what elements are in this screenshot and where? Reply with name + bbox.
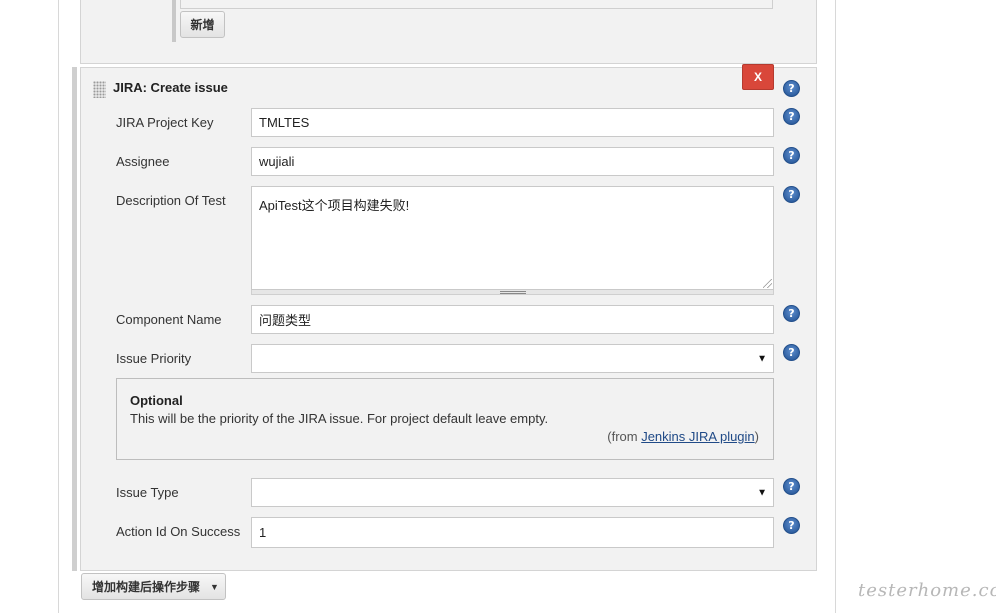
description-text: ApiTest这个项目构建失败!	[259, 198, 410, 213]
description-help-icon[interactable]: ?	[783, 186, 800, 203]
caret-down-icon: ▼	[210, 581, 219, 592]
previous-section-inner	[180, 0, 773, 9]
help-box-title: Optional	[130, 393, 183, 408]
dropdown-arrow-icon: ▼	[757, 487, 767, 498]
delete-button[interactable]: X	[742, 64, 774, 90]
action-id-label: Action Id On Success	[116, 524, 241, 539]
previous-section-rule	[172, 0, 176, 42]
textarea-resize-grip[interactable]	[251, 290, 774, 295]
issue-type-select[interactable]: ▼	[251, 478, 774, 507]
assignee-help-icon[interactable]: ?	[783, 147, 800, 164]
add-post-build-step-button[interactable]: 增加构建后操作步骤 ▼	[81, 573, 226, 600]
help-source-suffix: )	[754, 429, 759, 444]
priority-help-box: Optional This will be the priority of th…	[116, 378, 774, 460]
project-key-input[interactable]: TMLTES	[251, 108, 774, 137]
issue-type-label: Issue Type	[116, 485, 179, 500]
component-help-icon[interactable]: ?	[783, 305, 800, 322]
section-help-icon[interactable]: ?	[783, 80, 800, 97]
project-key-help-icon[interactable]: ?	[783, 108, 800, 125]
component-label: Component Name	[116, 312, 222, 327]
watermark: testerhome.com	[858, 580, 996, 601]
grip-lines-icon	[500, 291, 526, 294]
priority-help-icon[interactable]: ?	[783, 344, 800, 361]
jenkins-jira-plugin-link[interactable]: Jenkins JIRA plugin	[641, 429, 754, 444]
drag-handle-icon[interactable]	[93, 81, 106, 98]
resize-corner-icon[interactable]	[763, 279, 772, 288]
priority-select[interactable]: ▼	[251, 344, 774, 373]
section-left-bar	[72, 67, 77, 571]
description-label: Description Of Test	[116, 193, 226, 208]
add-post-build-step-label: 增加构建后操作步骤	[92, 580, 201, 594]
action-id-input[interactable]: 1	[251, 517, 774, 548]
project-key-label: JIRA Project Key	[116, 115, 214, 130]
section-title: JIRA: Create issue	[113, 80, 228, 95]
description-textarea[interactable]: ApiTest这个项目构建失败!	[251, 186, 774, 290]
action-id-help-icon[interactable]: ?	[783, 517, 800, 534]
component-input[interactable]: 问题类型	[251, 305, 774, 334]
dropdown-arrow-icon: ▼	[757, 353, 767, 364]
help-source-prefix: (from	[607, 429, 642, 444]
add-button[interactable]: 新增	[180, 11, 225, 38]
assignee-input[interactable]: wujiali	[251, 147, 774, 176]
help-box-text: This will be the priority of the JIRA is…	[130, 411, 549, 426]
help-box-source: (from Jenkins JIRA plugin)	[607, 429, 759, 444]
assignee-label: Assignee	[116, 154, 170, 169]
priority-label: Issue Priority	[116, 351, 192, 366]
issue-type-help-icon[interactable]: ?	[783, 478, 800, 495]
